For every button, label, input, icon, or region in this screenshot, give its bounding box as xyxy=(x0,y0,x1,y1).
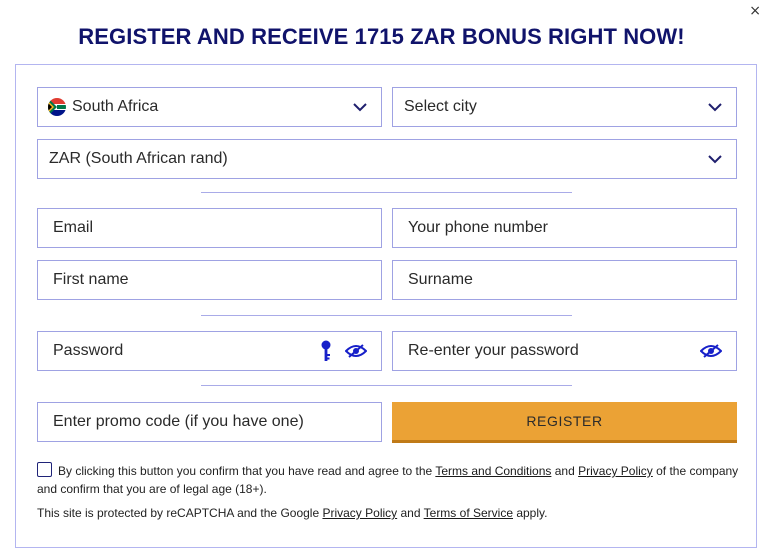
chevron-down-icon xyxy=(708,100,722,114)
eye-slash-icon[interactable] xyxy=(345,344,367,358)
country-select[interactable]: South Africa xyxy=(37,87,382,127)
email-placeholder: Email xyxy=(53,219,94,236)
eye-slash-icon[interactable] xyxy=(700,344,722,358)
register-button[interactable]: REGISTER xyxy=(392,402,737,443)
privacy-policy-link[interactable]: Privacy Policy xyxy=(578,464,653,478)
password-repeat-placeholder: Re-enter your password xyxy=(408,342,579,359)
recaptcha-notice: This site is protected by reCAPTCHA and … xyxy=(37,506,547,520)
close-button[interactable]: × xyxy=(749,4,761,18)
first-name-field[interactable]: First name xyxy=(37,260,382,300)
surname-field[interactable]: Surname xyxy=(392,260,737,300)
key-icon[interactable] xyxy=(321,340,331,362)
phone-placeholder: Your phone number xyxy=(408,219,548,236)
city-placeholder: Select city xyxy=(404,98,477,115)
password-repeat-field[interactable]: Re-enter your password xyxy=(392,331,737,371)
google-terms-link[interactable]: Terms of Service xyxy=(424,506,513,520)
promo-code-field[interactable]: Enter promo code (if you have one) xyxy=(37,402,382,442)
recaptcha-text-after: apply. xyxy=(513,506,548,520)
section-divider xyxy=(201,192,572,193)
consent-text: By clicking this button you confirm that… xyxy=(37,462,749,498)
terms-and-conditions-link[interactable]: Terms and Conditions xyxy=(435,464,551,478)
currency-select[interactable]: ZAR (South African rand) xyxy=(37,139,737,179)
password-placeholder: Password xyxy=(53,342,124,359)
consent-and: and xyxy=(551,464,579,478)
chevron-down-icon xyxy=(353,100,367,114)
phone-field[interactable]: Your phone number xyxy=(392,208,737,248)
promo-code-placeholder: Enter promo code (if you have one) xyxy=(53,413,304,430)
south-africa-flag-icon xyxy=(48,98,66,116)
email-field[interactable]: Email xyxy=(37,208,382,248)
page-title: REGISTER AND RECEIVE 1715 ZAR BONUS RIGH… xyxy=(78,24,685,49)
section-divider xyxy=(201,315,572,316)
city-select[interactable]: Select city xyxy=(392,87,737,127)
google-privacy-policy-link[interactable]: Privacy Policy xyxy=(322,506,397,520)
country-value: South Africa xyxy=(72,98,159,115)
first-name-placeholder: First name xyxy=(53,271,129,288)
recaptcha-text-before: This site is protected by reCAPTCHA and … xyxy=(37,506,323,520)
section-divider xyxy=(201,385,572,386)
chevron-down-icon xyxy=(708,152,722,166)
surname-placeholder: Surname xyxy=(408,271,473,288)
currency-value: ZAR (South African rand) xyxy=(49,150,228,167)
recaptcha-and: and xyxy=(397,506,424,520)
consent-text-before: By clicking this button you confirm that… xyxy=(58,464,436,478)
password-field[interactable]: Password xyxy=(37,331,382,371)
